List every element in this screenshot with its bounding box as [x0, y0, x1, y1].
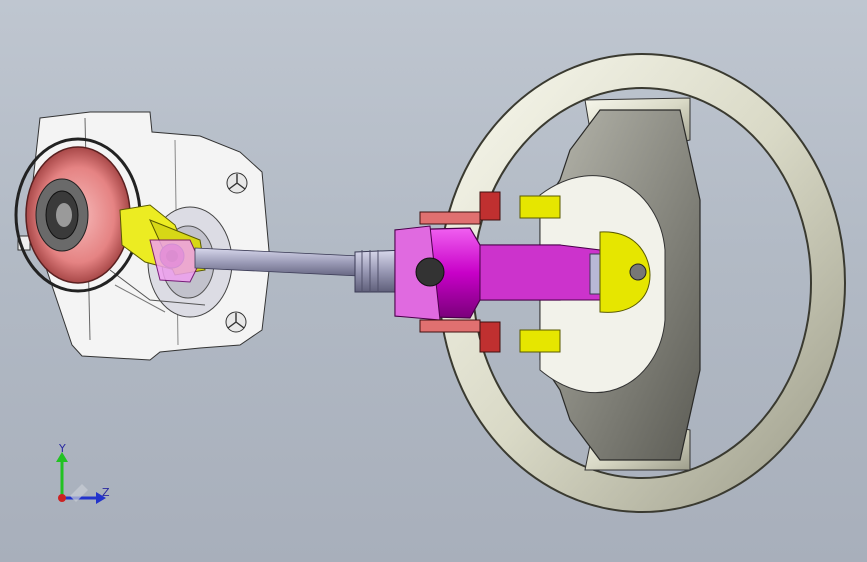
cad-model-scene[interactable] — [0, 0, 867, 562]
graphics-viewport[interactable]: Y Z — [0, 0, 867, 562]
y-axis-label: Y — [59, 442, 66, 455]
z-axis-label: Z — [102, 486, 110, 499]
triad-origin — [58, 494, 66, 502]
